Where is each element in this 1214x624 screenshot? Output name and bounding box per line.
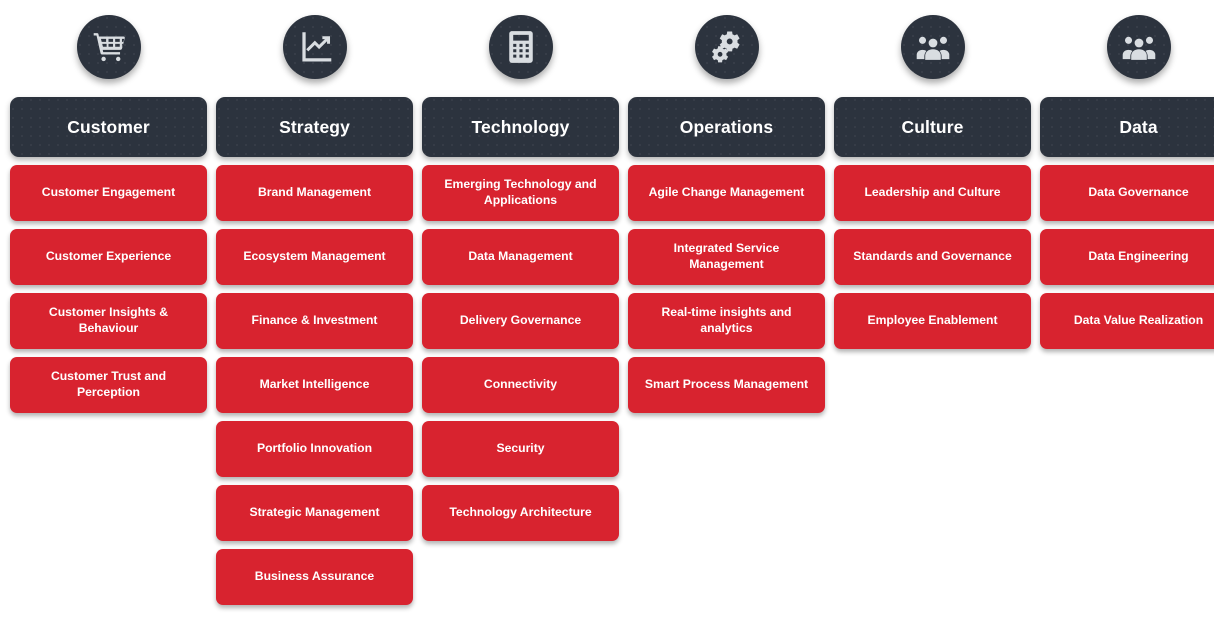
capability-card[interactable]: Ecosystem Management: [216, 229, 413, 285]
capability-card[interactable]: Data Engineering: [1040, 229, 1214, 285]
calculator-icon: [488, 15, 553, 79]
capability-card[interactable]: Employee Enablement: [834, 293, 1031, 349]
capability-list-strategy: Brand Management Ecosystem Management Fina…: [216, 165, 413, 605]
capability-card[interactable]: Market Intelligence: [216, 357, 413, 413]
capability-model-board: Customer Customer Engagement Customer Expe…: [0, 0, 1214, 624]
capability-card[interactable]: Customer Trust and Perception: [10, 357, 207, 413]
capability-card[interactable]: Customer Experience: [10, 229, 207, 285]
people-group-icon: [900, 15, 965, 79]
capability-card[interactable]: Agile Change Management: [628, 165, 825, 221]
column-header-customer[interactable]: Customer: [10, 97, 207, 157]
capability-card[interactable]: Real-time insights and analytics: [628, 293, 825, 349]
capability-list-data: Data Governance Data Engineering Data Valu…: [1040, 165, 1214, 349]
capability-card[interactable]: Portfolio Innovation: [216, 421, 413, 477]
line-chart-growth-icon: [282, 15, 347, 79]
capability-card[interactable]: Security: [422, 421, 619, 477]
capability-card[interactable]: Strategic Management: [216, 485, 413, 541]
capability-list-culture: Leadership and Culture Standards and Gove…: [834, 165, 1031, 349]
capability-card[interactable]: Leadership and Culture: [834, 165, 1031, 221]
column-data: Data Data Governance Data Engineering Data …: [1040, 15, 1214, 349]
capability-card[interactable]: Data Governance: [1040, 165, 1214, 221]
capability-card[interactable]: Brand Management: [216, 165, 413, 221]
columns-container: Customer Customer Engagement Customer Expe…: [0, 0, 1214, 605]
column-strategy: Strategy Brand Management Ecosystem Manage…: [216, 15, 413, 605]
column-header-culture[interactable]: Culture: [834, 97, 1031, 157]
capability-card[interactable]: Data Management: [422, 229, 619, 285]
shopping-cart-icon: [76, 15, 141, 79]
capability-card[interactable]: Integrated Service Management: [628, 229, 825, 285]
capability-list-customer: Customer Engagement Customer Experience Cu…: [10, 165, 207, 413]
capability-list-operations: Agile Change Management Integrated Servic…: [628, 165, 825, 413]
column-technology: Technology Emerging Technology and Applic…: [422, 15, 619, 541]
capability-card[interactable]: Emerging Technology and Applications: [422, 165, 619, 221]
people-group-icon: [1106, 15, 1171, 79]
capability-card[interactable]: Standards and Governance: [834, 229, 1031, 285]
column-operations: Operations Agile Change Management Integra…: [628, 15, 825, 413]
capability-card[interactable]: Technology Architecture: [422, 485, 619, 541]
capability-card[interactable]: Customer Insights & Behaviour: [10, 293, 207, 349]
capability-card[interactable]: Delivery Governance: [422, 293, 619, 349]
gears-icon: [694, 15, 759, 79]
capability-card[interactable]: Finance & Investment: [216, 293, 413, 349]
capability-card[interactable]: Business Assurance: [216, 549, 413, 605]
capability-card[interactable]: Connectivity: [422, 357, 619, 413]
column-header-technology[interactable]: Technology: [422, 97, 619, 157]
capability-list-technology: Emerging Technology and Applications Data…: [422, 165, 619, 541]
capability-card[interactable]: Data Value Realization: [1040, 293, 1214, 349]
column-header-data[interactable]: Data: [1040, 97, 1214, 157]
column-customer: Customer Customer Engagement Customer Expe…: [10, 15, 207, 413]
capability-card[interactable]: Customer Engagement: [10, 165, 207, 221]
column-header-operations[interactable]: Operations: [628, 97, 825, 157]
capability-card[interactable]: Smart Process Management: [628, 357, 825, 413]
column-header-strategy[interactable]: Strategy: [216, 97, 413, 157]
column-culture: Culture Leadership and Culture Standards a…: [834, 15, 1031, 349]
